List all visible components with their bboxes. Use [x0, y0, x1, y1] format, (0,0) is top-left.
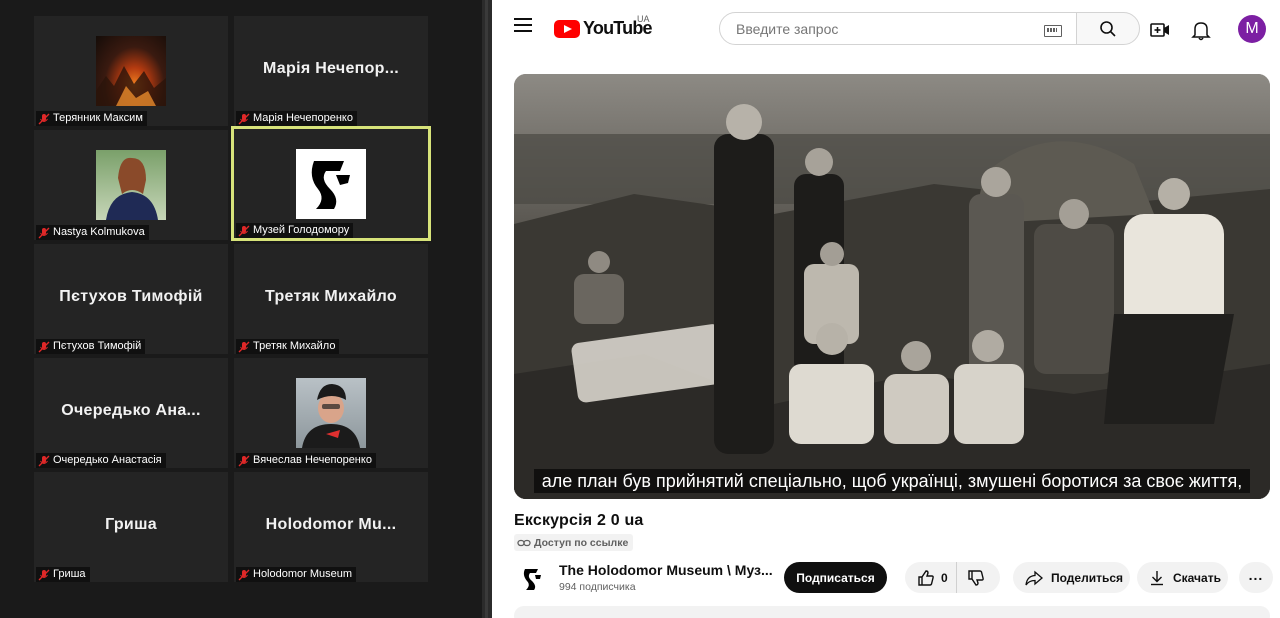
thumbs-down-icon [967, 569, 984, 586]
like-button[interactable]: 0 [905, 562, 957, 593]
share-icon [1025, 570, 1043, 585]
channel-name[interactable]: The Holodomor Museum \ Муз... [559, 562, 773, 578]
participant-name-label: Терянник Максим [36, 111, 147, 126]
share-label: Поделиться [1051, 570, 1124, 585]
more-actions-button[interactable]: ... [1239, 562, 1273, 593]
participant-name: Nastya Kolmukova [53, 226, 145, 238]
participant-tile[interactable]: Терянник Максим [34, 16, 228, 126]
participant-name: Марія Нечепоренко [253, 112, 353, 124]
participant-name-label: Holodomor Museum [236, 567, 357, 582]
participant-name: Holodomor Museum [253, 568, 353, 580]
search-box [719, 12, 1077, 45]
participant-tile[interactable]: Гриша Гриша [34, 472, 228, 582]
like-dislike-group: 0 [905, 562, 1000, 593]
caption-text: але план був прийнятий спеціально, щоб у… [533, 469, 1251, 493]
participant-tile[interactable]: Вячеслав Нечепоренко [234, 358, 428, 468]
participant-name: Пєтухов Тимофій [53, 340, 142, 352]
video-title: Екскурсія 2 0 ua [514, 512, 644, 529]
link-icon [517, 539, 531, 546]
youtube-play-icon [554, 19, 580, 38]
notifications-bell-icon[interactable] [1190, 19, 1212, 41]
participant-name-label: Марія Нечепоренко [236, 111, 357, 126]
mic-muted-icon [38, 341, 50, 352]
mic-muted-icon [238, 455, 250, 466]
yt-header: YouTube UA M [492, 0, 1280, 58]
mic-muted-icon [238, 113, 250, 124]
participant-name-label: Музей Голодомору [236, 223, 354, 238]
participant-video [96, 150, 166, 220]
description-box[interactable] [514, 606, 1270, 618]
mic-muted-icon [38, 569, 50, 580]
hamburger-menu-icon[interactable] [514, 18, 532, 32]
participant-name-label: Очередько Анастасія [36, 453, 166, 468]
participant-display-name: Пєтухов Тимофій [59, 288, 203, 305]
participant-tile[interactable]: Очередько Ана... Очередько Анастасія [34, 358, 228, 468]
participant-video [96, 36, 166, 106]
more-dots-icon: ... [1248, 566, 1264, 583]
mic-muted-icon [38, 227, 50, 238]
visibility-badge: Доступ по ссылке [514, 534, 634, 551]
participant-name-label: Третяк Михайло [236, 339, 340, 354]
participant-name: Вячеслав Нечепоренко [253, 454, 372, 466]
participant-tile[interactable]: Пєтухов Тимофій Пєтухов Тимофій [34, 244, 228, 354]
participant-tile[interactable]: Третяк Михайло Третяк Михайло [234, 244, 428, 354]
participant-name-label: Пєтухов Тимофій [36, 339, 146, 354]
participant-name: Очередько Анастасія [53, 454, 162, 466]
participant-tile[interactable]: Holodomor Mu... Holodomor Museum [234, 472, 428, 582]
visibility-label: Доступ по ссылке [534, 536, 629, 549]
participant-name: Гриша [53, 568, 86, 580]
video-player[interactable]: але план був прийнятий спеціально, щоб у… [514, 74, 1270, 499]
subscribe-button[interactable]: Подписаться [784, 562, 887, 593]
zoom-gallery: Терянник Максим Марія Нечепор... Марія Н… [0, 0, 482, 618]
subscriber-count: 994 подписчика [559, 581, 636, 593]
mic-muted-icon [238, 341, 250, 352]
youtube-logo[interactable]: YouTube UA [554, 14, 653, 39]
participant-display-name: Гриша [105, 516, 157, 533]
create-video-icon[interactable] [1149, 19, 1171, 41]
mic-muted-icon [238, 569, 250, 580]
youtube-window: YouTube UA M [492, 0, 1280, 618]
video-frame [514, 74, 1270, 499]
participant-tile[interactable]: Марія Нечепор... Марія Нечепоренко [234, 16, 428, 126]
participant-name-label: Гриша [36, 567, 90, 582]
mic-muted-icon [238, 225, 250, 236]
participant-name: Третяк Михайло [253, 340, 336, 352]
region-code: UA [637, 14, 650, 24]
video-caption: але план був прийнятий спеціально, щоб у… [514, 469, 1270, 493]
participant-tile[interactable]: Nastya Kolmukova [34, 130, 228, 240]
share-button[interactable]: Поделиться [1013, 562, 1130, 593]
participant-name-label: Nastya Kolmukova [36, 225, 149, 240]
museum-logo [296, 149, 366, 219]
participant-name: Терянник Максим [53, 112, 143, 124]
mic-muted-icon [38, 455, 50, 466]
search-input[interactable] [734, 20, 988, 38]
mic-muted-icon [38, 113, 50, 124]
download-icon [1151, 570, 1163, 585]
like-count: 0 [941, 570, 948, 585]
download-button[interactable]: Скачать [1137, 562, 1228, 593]
window-divider[interactable] [482, 0, 492, 618]
participant-video [296, 378, 366, 448]
thumbs-up-icon [918, 569, 934, 586]
participant-display-name: Марія Нечепор... [262, 60, 399, 77]
active-speaker-tile[interactable]: Музей Голодомору [231, 126, 431, 241]
participant-name: Музей Голодомору [253, 224, 350, 236]
participant-display-name: Третяк Михайло [265, 288, 397, 305]
search-icon [1100, 21, 1116, 37]
participant-display-name: Очередько Ана... [61, 402, 201, 419]
search-button[interactable] [1076, 12, 1140, 45]
dislike-button[interactable] [957, 562, 995, 593]
participant-name-label: Вячеслав Нечепоренко [236, 453, 376, 468]
participant-display-name: Holodomor Mu... [265, 516, 397, 533]
account-avatar[interactable]: M [1238, 15, 1266, 43]
channel-logo[interactable] [514, 560, 550, 596]
keyboard-icon[interactable] [1044, 25, 1062, 37]
download-label: Скачать [1173, 570, 1221, 585]
